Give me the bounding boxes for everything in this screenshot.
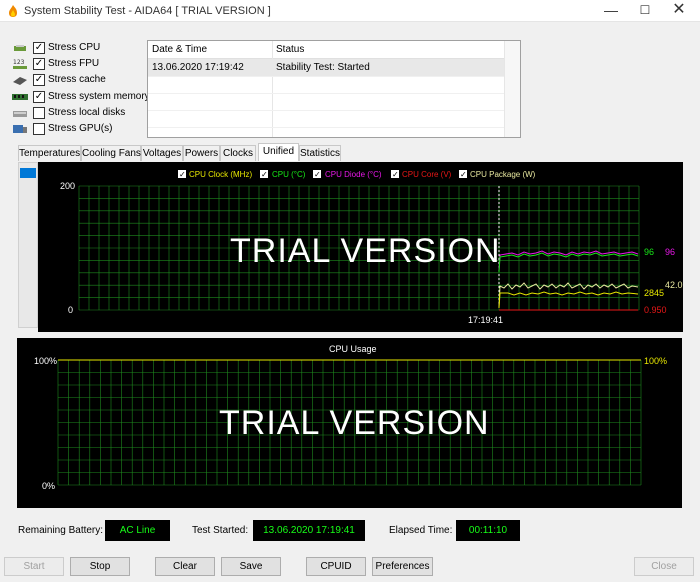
- stress-disks-label: Stress local disks: [48, 107, 126, 118]
- aida64-flame-icon: [9, 5, 17, 17]
- battery-label: Remaining Battery:: [18, 525, 104, 536]
- readout-cpu-core: 0.950: [644, 305, 667, 315]
- test-started-value: 13.06.2020 17:19:41: [253, 520, 365, 541]
- cpu-usage-graph: CPU Usage 100% 100% 0% TRIAL VERSION: [17, 338, 682, 508]
- readout-cpu-diode: 96: [665, 247, 675, 257]
- stress-memory-checkbox[interactable]: ✓: [33, 91, 45, 103]
- disk-drive-icon: [13, 111, 27, 117]
- y-axis-min-label: 0: [68, 305, 73, 315]
- table-row[interactable]: 13.06.2020 17:19:42 Stability Test: Star…: [148, 59, 504, 76]
- series-cpu-temp-line: [498, 252, 639, 273]
- stress-cache-checkbox[interactable]: ✓: [33, 74, 45, 86]
- stress-fpu-option[interactable]: 123 ✓ Stress FPU: [12, 56, 148, 72]
- battery-value: AC Line: [105, 520, 170, 541]
- close-window-button[interactable]: ✕: [658, 0, 700, 22]
- column-status[interactable]: Status: [272, 41, 504, 59]
- tab-unified[interactable]: Unified: [258, 143, 299, 161]
- clear-button[interactable]: Clear: [155, 557, 215, 576]
- svg-text:123: 123: [13, 59, 25, 66]
- row-divider: [148, 93, 504, 94]
- stress-fpu-checkbox[interactable]: ✓: [33, 58, 45, 70]
- tab-powers[interactable]: Powers: [183, 145, 220, 161]
- trial-watermark: TRIAL VERSION: [230, 232, 501, 270]
- tab-statistics[interactable]: Statistics: [299, 145, 341, 161]
- event-log-table[interactable]: Date & Time Status 13.06.2020 17:19:42 S…: [147, 40, 521, 138]
- log-header: Date & Time Status: [148, 41, 504, 59]
- legend-cpu-diode: CPU Diode (°C): [325, 170, 382, 179]
- legend-cpu-package: CPU Package (W): [470, 170, 536, 179]
- cache-chip-icon: [13, 77, 27, 85]
- stress-cpu-label: Stress CPU: [48, 42, 101, 53]
- series-cpu-clock-line: [498, 291, 639, 309]
- sensor-list-scrollbar[interactable]: [18, 162, 38, 328]
- legend-cpu-clock: CPU Clock (MHz): [189, 170, 252, 179]
- row-divider: [148, 127, 504, 128]
- legend-cpu-temp: CPU (°C): [272, 170, 306, 179]
- stop-button[interactable]: Stop: [70, 557, 130, 576]
- legend-check-mark: ✓: [314, 170, 321, 179]
- window-title: System Stability Test - AIDA64 [ TRIAL V…: [24, 5, 271, 17]
- legend-check-mark: ✓: [261, 170, 268, 179]
- memory-module-icon: [12, 94, 28, 100]
- close-icon: ✕: [672, 1, 686, 18]
- log-datetime-cell: 13.06.2020 17:19:42: [152, 62, 244, 73]
- legend-check-mark: ✓: [460, 170, 467, 179]
- stress-gpu-option[interactable]: Stress GPU(s): [12, 121, 148, 137]
- maximize-icon: ☐: [639, 3, 651, 17]
- row-divider: [148, 76, 504, 77]
- cpu-usage-title: CPU Usage: [329, 344, 377, 354]
- scrollbar-thumb[interactable]: [20, 168, 36, 178]
- minimize-icon: —: [604, 2, 618, 18]
- unified-graph: ✓ CPU Clock (MHz) ✓ CPU (°C) ✓ CPU Diode…: [38, 162, 688, 332]
- save-button[interactable]: Save: [221, 557, 281, 576]
- cpu-usage-canvas: CPU Usage 100% 100% 0% TRIAL VERSION: [34, 344, 667, 491]
- readout-cpu-temp: 96: [644, 247, 654, 257]
- start-button[interactable]: Start: [4, 557, 64, 576]
- preferences-button[interactable]: Preferences: [372, 557, 433, 576]
- row-divider: [148, 110, 504, 111]
- stress-memory-option[interactable]: ✓ Stress system memory: [12, 89, 150, 105]
- tab-temperatures[interactable]: Temperatures: [18, 145, 81, 161]
- stress-cpu-option[interactable]: ✓ Stress CPU: [12, 40, 148, 56]
- fpu-123-icon: 123: [13, 59, 27, 69]
- usage-y-max-left: 100%: [34, 356, 57, 366]
- elapsed-time-value: 00:11:10: [456, 520, 520, 541]
- tab-clocks[interactable]: Clocks: [220, 145, 256, 161]
- test-started-label: Test Started:: [192, 525, 249, 536]
- stress-disks-checkbox[interactable]: [33, 107, 45, 119]
- trial-watermark: TRIAL VERSION: [219, 404, 490, 442]
- legend-check-mark: ✓: [392, 170, 399, 179]
- legend-check-mark: ✓: [179, 170, 186, 179]
- stress-memory-label: Stress system memory: [48, 91, 150, 102]
- stress-disks-option[interactable]: Stress local disks: [12, 105, 148, 121]
- stress-fpu-label: Stress FPU: [48, 58, 100, 69]
- log-status-cell: Stability Test: Started: [276, 62, 370, 73]
- cpu-chip-icon: [14, 45, 26, 51]
- readout-cpu-clock: 2845: [644, 288, 664, 298]
- series-cpu-package-line: [498, 282, 639, 307]
- title-bar: System Stability Test - AIDA64 [ TRIAL V…: [0, 0, 700, 22]
- stress-cache-option[interactable]: ✓ Stress cache: [12, 72, 148, 88]
- log-scrollbar[interactable]: [504, 41, 520, 137]
- elapsed-time-label: Elapsed Time:: [389, 525, 453, 536]
- stress-gpu-checkbox[interactable]: [33, 123, 45, 135]
- stress-cache-label: Stress cache: [48, 74, 106, 85]
- stress-gpu-label: Stress GPU(s): [48, 123, 113, 134]
- gpu-card-icon: [13, 125, 27, 133]
- tab-cooling-fans[interactable]: Cooling Fans: [81, 145, 141, 161]
- close-button[interactable]: Close: [634, 557, 694, 576]
- cpuid-button[interactable]: CPUID: [306, 557, 366, 576]
- usage-y-min-left: 0%: [42, 481, 55, 491]
- tab-voltages[interactable]: Voltages: [141, 145, 183, 161]
- unified-graph-canvas: ✓ CPU Clock (MHz) ✓ CPU (°C) ✓ CPU Diode…: [60, 170, 688, 325]
- y-axis-max-label: 200: [60, 181, 75, 191]
- column-date-time[interactable]: Date & Time: [148, 41, 272, 59]
- graph-legend: ✓ CPU Clock (MHz) ✓ CPU (°C) ✓ CPU Diode…: [178, 170, 536, 179]
- readout-cpu-package: 42.07: [665, 280, 683, 290]
- time-axis-label: 17:19:41: [468, 315, 503, 325]
- legend-cpu-core: CPU Core (V): [402, 170, 452, 179]
- stress-cpu-checkbox[interactable]: ✓: [33, 42, 45, 54]
- column-divider: [272, 41, 273, 137]
- usage-y-max-right: 100%: [644, 356, 667, 366]
